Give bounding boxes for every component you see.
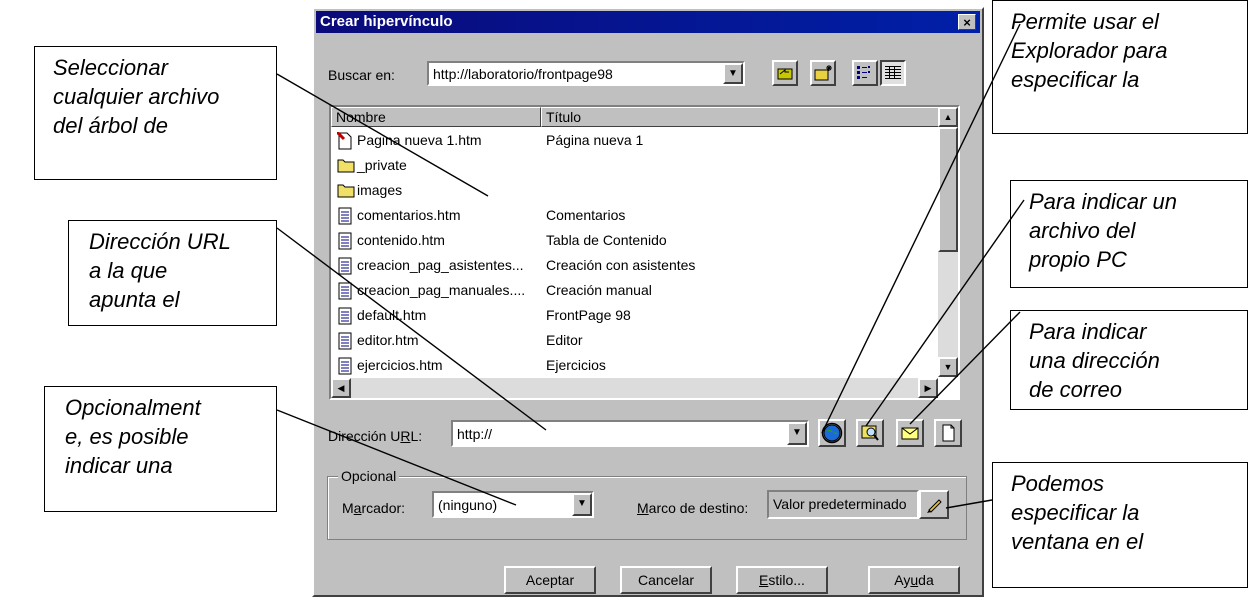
callout-leader-lines [276, 23, 1025, 509]
